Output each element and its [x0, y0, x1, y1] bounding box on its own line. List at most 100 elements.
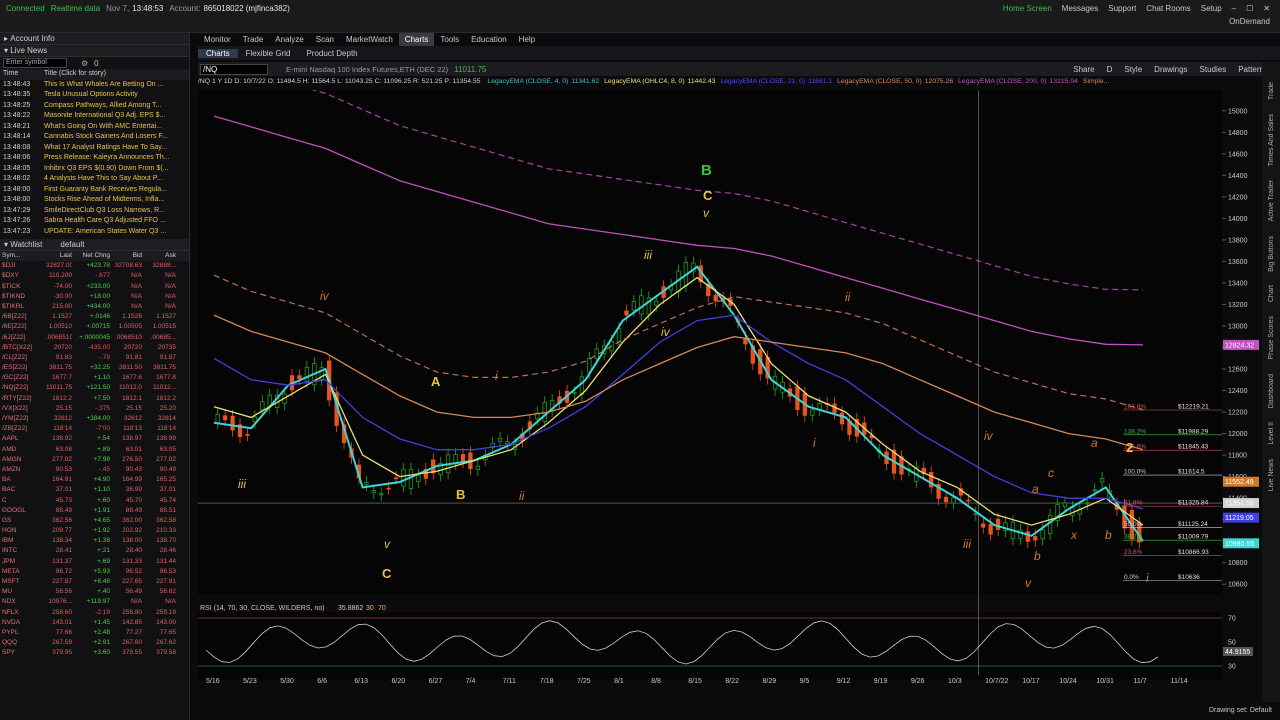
- gadget-big-buttons[interactable]: Big Buttons: [1268, 236, 1275, 272]
- news-title[interactable]: Stocks Rise Ahead of Midterms, Infla...: [44, 195, 184, 206]
- watchlist-symbol[interactable]: BA: [0, 475, 46, 485]
- price-chart[interactable]: 15000 14800 14600 14400 14200 14000 13800 13600…: [198, 90, 1260, 686]
- watchlist-symbol[interactable]: $TIKND: [0, 292, 46, 302]
- gadget-trade[interactable]: Trade: [1268, 82, 1275, 100]
- watchlist-row[interactable]: PYPL 77.66 +2.48 77.27 77.65: [0, 628, 189, 638]
- watchlist-symbol[interactable]: MSFT: [0, 577, 46, 587]
- watchlist-symbol[interactable]: AMGN: [0, 455, 46, 465]
- news-item[interactable]: 13:47:29 SmileDirectClub Q3 Loss Narrows,…: [0, 206, 189, 217]
- watchlist-row[interactable]: $DXY 110.200 -.677 N/A N/A: [0, 271, 189, 281]
- news-title[interactable]: Masonite International Q3 Adj. EPS $...: [44, 111, 184, 122]
- maximize-icon[interactable]: ☐: [1246, 4, 1253, 13]
- subtab-flexible-grid[interactable]: Flexible Grid: [238, 49, 299, 58]
- watchlist-symbol[interactable]: AMD: [0, 445, 46, 455]
- watchlist-row[interactable]: $TICK -74.00 +233.00 N/A N/A: [0, 282, 189, 292]
- watchlist-row[interactable]: AAPL 138.92 +.54 138.97 138.99: [0, 434, 189, 444]
- watchlist-symbol[interactable]: GOOGL: [0, 506, 46, 516]
- study-label[interactable]: LegacyEMA (CLOSE, 4, 0): [487, 78, 568, 85]
- watchlist-symbol[interactable]: $DXY: [0, 271, 46, 281]
- study-label[interactable]: LegacyEMA (OHLC4, 8, 0): [604, 78, 684, 85]
- watchlist-row[interactable]: /ES[Z22] 3811.75 +32.25 3811.50 3811.75: [0, 363, 189, 373]
- watchlist-symbol[interactable]: QQQ: [0, 638, 46, 648]
- gadget-live-news[interactable]: Live News: [1268, 459, 1275, 491]
- news-title[interactable]: Inhibrx Q3 EPS $(0.90) Down From $(...: [44, 164, 184, 175]
- watchlist-symbol[interactable]: AMZN: [0, 465, 46, 475]
- news-item[interactable]: 13:48:43 This Is What Whales Are Betting …: [0, 80, 189, 91]
- watchlist-row[interactable]: INTC 28.41 +.21 28.40 28.46: [0, 546, 189, 556]
- watchlist-symbol[interactable]: SPY: [0, 648, 46, 658]
- watchlist-symbol[interactable]: /GC[Z22]: [0, 373, 46, 383]
- nav-tab-monitor[interactable]: Monitor: [198, 33, 237, 46]
- gadget-dashboard[interactable]: Dashboard: [1268, 374, 1275, 408]
- watchlist-row[interactable]: BA 164.91 +4.90 164.99 165.25: [0, 475, 189, 485]
- watchlist-symbol[interactable]: NDX: [0, 597, 46, 607]
- nav-tab-trade[interactable]: Trade: [237, 33, 270, 46]
- watchlist-row[interactable]: NDX 10976... +119.97 N/A N/A: [0, 597, 189, 607]
- gadget-active-trader[interactable]: Active Trader: [1268, 180, 1275, 221]
- nav-tab-tools[interactable]: Tools: [434, 33, 465, 46]
- news-item[interactable]: 13:48:02 4 Analysts Have This to Say Abou…: [0, 174, 189, 185]
- watchlist-symbol[interactable]: /YM[Z22]: [0, 414, 46, 424]
- watchlist-symbol[interactable]: IBM: [0, 536, 46, 546]
- news-item[interactable]: 13:48:05 Inhibrx Q3 EPS $(0.90) Down From…: [0, 164, 189, 175]
- news-item[interactable]: 13:48:06 Press Release: Kaleyra Announces…: [0, 153, 189, 164]
- watchlist-row[interactable]: AMD 63.08 +.89 63.01 63.05: [0, 445, 189, 455]
- news-title[interactable]: SmileDirectClub Q3 Loss Narrows, R...: [44, 206, 184, 217]
- watchlist-name[interactable]: default: [60, 240, 84, 249]
- watchlist-row[interactable]: /6J[Z22] .0068510 +.0000045.0068510.00685.…: [0, 333, 189, 343]
- watchlist-symbol[interactable]: /6J[Z22]: [0, 333, 46, 343]
- watchlist-symbol[interactable]: /NQ[Z22]: [0, 383, 46, 393]
- watchlist-row[interactable]: /CL[Z22] 91.83 -.78 91.81 91.87: [0, 353, 189, 363]
- nav-tab-help[interactable]: Help: [513, 33, 541, 46]
- enter-symbol-input[interactable]: Enter symbol: [3, 58, 67, 68]
- chart-tool-style[interactable]: Style: [1124, 65, 1142, 74]
- study-label[interactable]: LegacyEMA (CLOSE, 50, 0): [837, 78, 922, 85]
- watchlist-symbol[interactable]: BAC: [0, 485, 46, 495]
- watchlist-symbol[interactable]: /6B[Z22]: [0, 312, 46, 322]
- chart-tool-studies[interactable]: Studies: [1200, 65, 1227, 74]
- watchlist-symbol[interactable]: /ZB[Z22]: [0, 424, 46, 434]
- chat-rooms-link[interactable]: Chat Rooms: [1146, 4, 1190, 13]
- watchlist-row[interactable]: MU 56.56 +.40 56.49 56.62: [0, 587, 189, 597]
- gadget-phase-scores[interactable]: Phase Scores: [1268, 316, 1275, 360]
- watchlist-symbol[interactable]: /CL[Z22]: [0, 353, 46, 363]
- chart-tool-d[interactable]: D: [1107, 65, 1113, 74]
- nav-tab-education[interactable]: Education: [465, 33, 513, 46]
- minimize-icon[interactable]: –: [1232, 4, 1236, 13]
- support-link[interactable]: Support: [1108, 4, 1136, 13]
- watchlist-row[interactable]: /GC[Z22] 1677.7 +1.10 1677.6 1677.8: [0, 373, 189, 383]
- news-title[interactable]: Tesla Unusual Options Activity: [44, 90, 184, 101]
- account-info-header[interactable]: ▸ Account Info: [0, 33, 189, 45]
- watchlist-row[interactable]: GOOGL 88.49 +1.91 88.49 88.51: [0, 506, 189, 516]
- watchlist-row[interactable]: IBM 138.34 +1.38 138.00 138.70: [0, 536, 189, 546]
- news-item[interactable]: 13:48:21 What's Going On With AMC Enterta…: [0, 122, 189, 133]
- watchlist-symbol[interactable]: $TIKRL: [0, 302, 46, 312]
- news-item[interactable]: 13:48:00 First Guaranty Bank Receives Reg…: [0, 185, 189, 196]
- watchlist-symbol[interactable]: /BTC[X22]: [0, 343, 46, 353]
- gear-icon[interactable]: ⚙: [81, 59, 88, 68]
- watchlist-row[interactable]: $TIKRL 215.00 +434.00 N/A N/A: [0, 302, 189, 312]
- watchlist-symbol[interactable]: INTC: [0, 546, 46, 556]
- nav-tab-scan[interactable]: Scan: [310, 33, 340, 46]
- subtab-charts[interactable]: Charts: [198, 48, 238, 58]
- watchlist-row[interactable]: /RTY[Z22] 1812.2 +7.50 1812.1 1812.2: [0, 394, 189, 404]
- watchlist-row[interactable]: /ZB[Z22] 118'14 -7'00 118'13 118'14: [0, 424, 189, 434]
- watchlist-symbol[interactable]: MU: [0, 587, 46, 597]
- watchlist-symbol[interactable]: /VX[X22]: [0, 404, 46, 414]
- watchlist-row[interactable]: /YM[Z22] 32812 +384.00 32812 32814: [0, 414, 189, 424]
- news-title[interactable]: Sabra Health Care Q3 Adjusted FFO ...: [44, 216, 184, 227]
- news-item[interactable]: 13:47:23 UPDATE: American States Water Q3…: [0, 227, 189, 238]
- subtab-product-depth[interactable]: Product Depth: [298, 49, 365, 58]
- watchlist-row[interactable]: MSFT 227.87 +6.48 227.65 227.91: [0, 577, 189, 587]
- close-icon[interactable]: ✕: [1263, 4, 1270, 13]
- watchlist-symbol[interactable]: /RTY[Z22]: [0, 394, 46, 404]
- watchlist-row[interactable]: /6B[Z22] 1.1527 +.0146 1.1526 1.1527: [0, 312, 189, 322]
- news-item[interactable]: 13:48:08 What 17 Analyst Ratings Have To …: [0, 143, 189, 154]
- watchlist-symbol[interactable]: META: [0, 567, 46, 577]
- symbol-input[interactable]: /NQ: [200, 63, 268, 75]
- gadget-level-ii[interactable]: Level II: [1268, 422, 1275, 445]
- news-title[interactable]: 4 Analysts Have This to Say About P...: [44, 174, 184, 185]
- watchlist-row[interactable]: AMZN 90.53 -.45 90.43 90.49: [0, 465, 189, 475]
- watchlist-row[interactable]: GS 362.56 +4.65 362.00 362.58: [0, 516, 189, 526]
- watchlist-row[interactable]: $DJI 32827.00 +423.78 32708.63 32888...: [0, 261, 189, 271]
